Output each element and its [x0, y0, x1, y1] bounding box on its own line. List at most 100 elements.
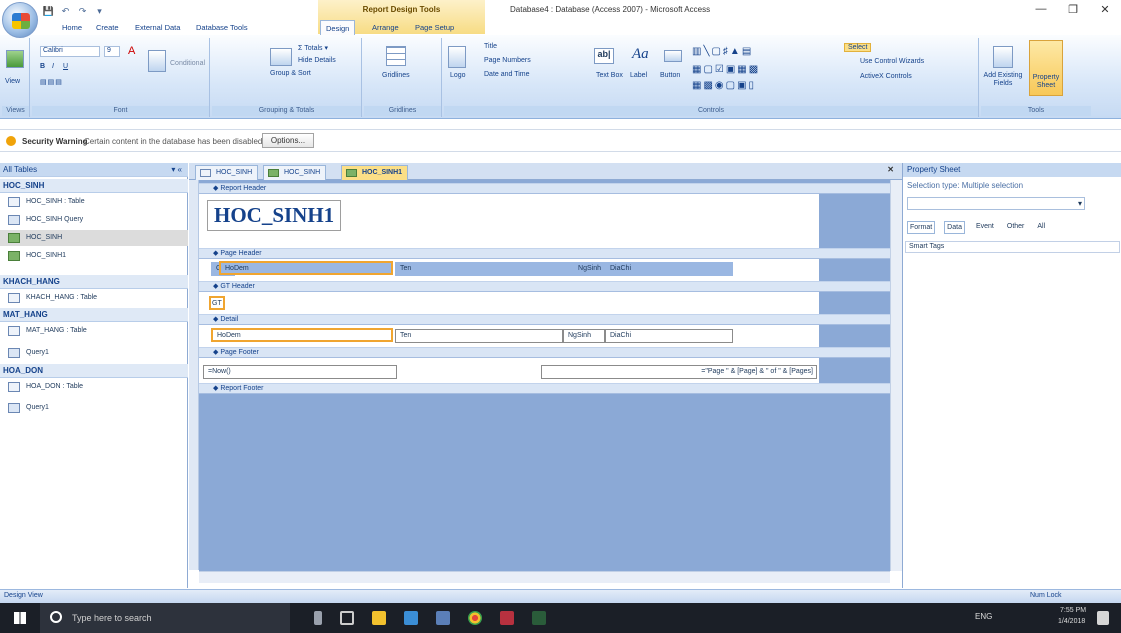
- chrome-icon[interactable]: [468, 611, 482, 625]
- conditional-icon[interactable]: [148, 50, 166, 72]
- gt-textbox[interactable]: GT: [209, 296, 225, 310]
- task-view-icon[interactable]: [340, 611, 354, 625]
- selection-dropdown[interactable]: ▾: [907, 197, 1085, 210]
- control-wizards-button[interactable]: Use Control Wizards: [860, 58, 924, 65]
- controls-gallery-icons[interactable]: ▥╲▢♯▲▤: [692, 46, 753, 57]
- ten-textbox[interactable]: Ten: [395, 329, 563, 343]
- nav-item-query1-b[interactable]: Query1: [0, 400, 188, 416]
- now-textbox[interactable]: =Now(): [203, 365, 397, 379]
- vertical-scrollbar[interactable]: [890, 180, 902, 571]
- app-icon[interactable]: [436, 611, 450, 625]
- logo-icon[interactable]: [448, 46, 466, 68]
- tray-lang[interactable]: ENG: [975, 612, 992, 621]
- nav-item-hoa-don-table[interactable]: HOA_DON : Table: [0, 379, 188, 395]
- nav-pane-collapse-icon[interactable]: ▾ «: [171, 163, 182, 177]
- nav-group-mat-hang[interactable]: MAT_HANG: [0, 308, 188, 322]
- activex-button[interactable]: ActiveX Controls: [860, 73, 912, 80]
- app-icon[interactable]: [532, 611, 546, 625]
- label-icon[interactable]: Aa: [632, 46, 649, 63]
- page-numbers-button[interactable]: Page Numbers: [484, 57, 531, 64]
- align-icons[interactable]: ▤▤▤: [40, 78, 63, 86]
- clock-time[interactable]: 7:55 PM: [1060, 607, 1086, 614]
- nav-group-hoa-don[interactable]: HOA_DON: [0, 364, 188, 378]
- gt-header-bar[interactable]: ◆ GT Header: [199, 281, 890, 292]
- bold-button[interactable]: B: [40, 63, 45, 70]
- gridlines-button[interactable]: Gridlines: [382, 72, 410, 79]
- tab-home[interactable]: Home: [60, 21, 84, 35]
- access-icon[interactable]: [500, 611, 514, 625]
- doc-tab-hoc-sinh1[interactable]: HOC_SINH1: [341, 165, 409, 180]
- nav-item-khach-hang-table[interactable]: KHACH_HANG : Table: [0, 290, 188, 306]
- save-icon[interactable]: 💾: [42, 5, 55, 17]
- close-button[interactable]: ✕: [1094, 3, 1116, 18]
- button-button[interactable]: Button: [660, 72, 680, 79]
- smart-tags-row[interactable]: Smart Tags: [905, 241, 1120, 253]
- hide-details-button[interactable]: Hide Details: [298, 57, 336, 64]
- redo-icon[interactable]: ↷: [76, 5, 89, 17]
- tab-all[interactable]: All: [1035, 221, 1047, 234]
- totals-button[interactable]: Σ Totals ▾: [298, 44, 328, 52]
- ngsinh-textbox[interactable]: NgSinh: [563, 329, 605, 343]
- tab-other[interactable]: Other: [1005, 221, 1027, 234]
- nav-item-hoc-sinh-query[interactable]: HOC_SINH Query: [0, 212, 188, 228]
- undo-icon[interactable]: ↶: [59, 5, 72, 17]
- tab-arrange[interactable]: Arrange: [370, 21, 401, 35]
- hodem-header-label[interactable]: HoDem: [219, 261, 393, 275]
- close-document-icon[interactable]: ✕: [887, 165, 894, 174]
- nav-group-khach-hang[interactable]: KHACH_HANG: [0, 275, 188, 289]
- font-color-icon[interactable]: A: [128, 45, 135, 57]
- hodem-textbox[interactable]: HoDem: [211, 328, 393, 342]
- nav-item-hoc-sinh-table[interactable]: HOC_SINH : Table: [0, 194, 188, 210]
- tab-page-setup[interactable]: Page Setup: [413, 21, 456, 35]
- button-icon[interactable]: [664, 50, 682, 62]
- underline-button[interactable]: U: [63, 63, 68, 70]
- start-icon[interactable]: [14, 612, 26, 624]
- font-name-box[interactable]: Calibri: [40, 46, 100, 57]
- controls-gallery-icons-row3[interactable]: ▦▩◉▢▣▯: [692, 80, 756, 91]
- ten-header-label[interactable]: Ten: [395, 262, 563, 276]
- tab-event[interactable]: Event: [974, 221, 996, 234]
- tab-external-data[interactable]: External Data: [133, 21, 182, 35]
- add-fields-button[interactable]: Add Existing Fields: [981, 72, 1025, 88]
- group-sort-icon[interactable]: [270, 48, 292, 66]
- tab-create[interactable]: Create: [94, 21, 121, 35]
- search-box[interactable]: Type here to search: [40, 603, 290, 633]
- nav-group-hoc-sinh[interactable]: HOC_SINH: [0, 179, 188, 193]
- conditional-button[interactable]: Conditional: [170, 60, 205, 67]
- options-button[interactable]: Options...: [262, 133, 314, 148]
- report-footer-bar[interactable]: ◆ Report Footer: [199, 383, 890, 394]
- horizontal-scrollbar[interactable]: [199, 571, 890, 583]
- controls-gallery-icons-row2[interactable]: ▦▢☑▣▦▩: [692, 64, 760, 75]
- tab-design[interactable]: Design: [320, 20, 356, 36]
- ngsinh-header-label[interactable]: NgSinh: [563, 262, 605, 276]
- nav-pane-header[interactable]: All Tables ▾ «: [0, 163, 188, 177]
- text-box-icon[interactable]: ab|: [594, 48, 614, 64]
- diachi-textbox[interactable]: DiaChi: [605, 329, 733, 343]
- logo-button[interactable]: Logo: [450, 72, 466, 79]
- text-box-button[interactable]: Text Box: [596, 72, 623, 79]
- nav-item-query1[interactable]: Query1: [0, 345, 188, 361]
- tab-format[interactable]: Format: [907, 221, 936, 234]
- label-button[interactable]: Label: [630, 72, 647, 79]
- view-button[interactable]: View: [5, 78, 20, 85]
- file-explorer-icon[interactable]: [372, 611, 386, 625]
- customize-qat-icon[interactable]: ▾: [93, 5, 106, 17]
- report-header-bar[interactable]: ◆ Report Header: [199, 183, 890, 194]
- select-button[interactable]: Select: [844, 43, 872, 52]
- add-fields-icon[interactable]: [993, 46, 1013, 68]
- nav-item-hoc-sinh1-report[interactable]: HOC_SINH1: [0, 248, 188, 264]
- nav-item-mat-hang-table[interactable]: MAT_HANG : Table: [0, 323, 188, 339]
- clock-date[interactable]: 1/4/2018: [1058, 618, 1085, 625]
- page-header-bar[interactable]: ◆ Page Header: [199, 248, 890, 259]
- tab-database-tools[interactable]: Database Tools: [194, 21, 250, 35]
- property-sheet-button[interactable]: Property Sheet: [1029, 74, 1063, 90]
- report-title-label[interactable]: HOC_SINH1: [207, 200, 342, 231]
- minimize-button[interactable]: —: [1030, 3, 1052, 18]
- notification-icon[interactable]: [1097, 611, 1109, 625]
- doc-tab-hoc-sinh-report[interactable]: HOC_SINH: [263, 165, 327, 180]
- app-icon[interactable]: [404, 611, 418, 625]
- page-footer-bar[interactable]: ◆ Page Footer: [199, 347, 890, 358]
- font-size-box[interactable]: 9: [104, 46, 120, 57]
- tab-data[interactable]: Data: [944, 221, 965, 234]
- detail-bar[interactable]: ◆ Detail: [199, 314, 890, 325]
